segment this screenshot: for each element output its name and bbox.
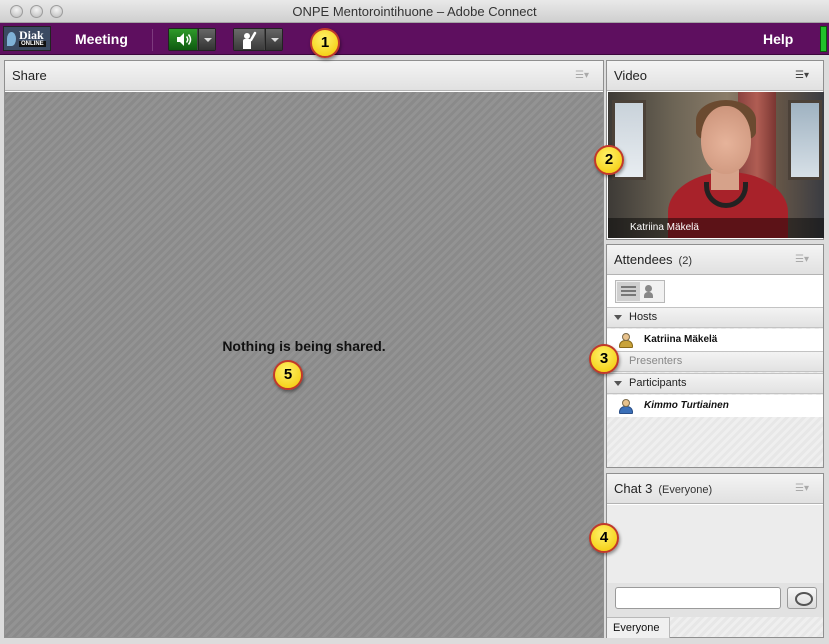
- raise-hand-icon[interactable]: [234, 29, 264, 50]
- attendees-pod: Attendees (2) ☰▾ Hosts Katriina Mäkelä Pr…: [606, 244, 824, 468]
- hosts-group-label: Hosts: [629, 311, 658, 323]
- pod-menu-icon[interactable]: ☰▾: [795, 484, 811, 494]
- attendee-view-toggle: [615, 280, 665, 303]
- chat-messages-area: [607, 505, 823, 583]
- hosts-group[interactable]: Hosts: [607, 307, 823, 328]
- raise-hand-button[interactable]: [233, 28, 283, 51]
- presenters-group[interactable]: Presenters: [607, 351, 823, 372]
- attendee-row[interactable]: Katriina Mäkelä: [607, 329, 823, 351]
- status-options-chevron-icon[interactable]: [265, 29, 282, 50]
- menu-divider: [152, 29, 153, 51]
- logo-subtext: ONLINE: [19, 41, 46, 47]
- speaker-button[interactable]: [168, 28, 216, 51]
- detail-view-icon[interactable]: [641, 282, 664, 301]
- share-pod-header: Share ☰▾: [5, 61, 603, 91]
- chat-pod-title: Chat 3: [614, 481, 653, 496]
- leaf-icon: [7, 32, 16, 46]
- share-pod-title: Share: [12, 68, 47, 83]
- share-area: Nothing is being shared.: [5, 92, 603, 637]
- video-participant-name: Katriina Mäkelä: [608, 218, 824, 238]
- participant-user-icon: [619, 399, 633, 414]
- window-title: ONPE Mentorointihuone – Adobe Connect: [292, 4, 537, 19]
- connection-meter: [820, 26, 827, 52]
- callout-badge: 1: [310, 28, 340, 58]
- nothing-shared-message: Nothing is being shared.: [222, 338, 386, 354]
- attendee-name: Katriina Mäkelä: [644, 334, 718, 345]
- chat-pod-header: Chat 3 (Everyone) ☰▾: [607, 474, 823, 504]
- help-menu[interactable]: Help: [763, 31, 793, 47]
- close-window-button[interactable]: [10, 5, 23, 18]
- chat-input[interactable]: [615, 587, 781, 609]
- webcam-video: Katriina Mäkelä: [608, 92, 824, 238]
- attendee-count: (2): [678, 255, 692, 267]
- send-message-button[interactable]: [787, 587, 817, 609]
- attendees-pod-header: Attendees (2) ☰▾: [607, 245, 823, 275]
- adobe-connect-window: ONPE Mentorointihuone – Adobe Connect Di…: [0, 0, 829, 644]
- attendee-row[interactable]: Kimmo Turtiainen: [607, 395, 823, 417]
- presenters-group-label: Presenters: [629, 355, 683, 367]
- speaker-icon[interactable]: [169, 29, 197, 50]
- attendee-name: Kimmo Turtiainen: [644, 400, 729, 411]
- speaker-options-chevron-icon[interactable]: [198, 29, 215, 50]
- pod-menu-icon[interactable]: ☰▾: [795, 255, 811, 265]
- participants-group-label: Participants: [629, 377, 687, 389]
- video-pod-title: Video: [614, 68, 648, 83]
- diak-online-logo: Diak ONLINE: [3, 26, 51, 51]
- collapse-triangle-icon[interactable]: [614, 381, 622, 386]
- collapse-triangle-icon[interactable]: [614, 315, 622, 320]
- pod-menu-icon[interactable]: ☰▾: [575, 71, 591, 81]
- list-view-icon[interactable]: [617, 282, 640, 301]
- chat-pod: Chat 3 (Everyone) ☰▾ Everyone: [606, 473, 824, 638]
- share-pod: Share ☰▾ Nothing is being shared.: [4, 60, 604, 638]
- callout-badge: 5: [273, 360, 303, 390]
- video-pod: Video ☰▾ Katriina Mäkelä: [606, 60, 824, 240]
- pod-menu-icon[interactable]: ☰▾: [795, 71, 811, 81]
- title-bar: ONPE Mentorointihuone – Adobe Connect: [0, 0, 829, 23]
- callout-badge: 3: [589, 344, 619, 374]
- video-pod-header: Video ☰▾: [607, 61, 823, 91]
- attendees-pod-title: Attendees: [614, 252, 673, 267]
- host-user-icon: [619, 333, 633, 348]
- chat-scope: (Everyone): [658, 484, 713, 496]
- zoom-window-button[interactable]: [50, 5, 63, 18]
- chat-tab-everyone[interactable]: Everyone: [607, 617, 670, 638]
- participants-group[interactable]: Participants: [607, 373, 823, 394]
- minimize-window-button[interactable]: [30, 5, 43, 18]
- callout-badge: 4: [589, 523, 619, 553]
- callout-badge: 2: [594, 145, 624, 175]
- meeting-menu[interactable]: Meeting: [75, 31, 128, 47]
